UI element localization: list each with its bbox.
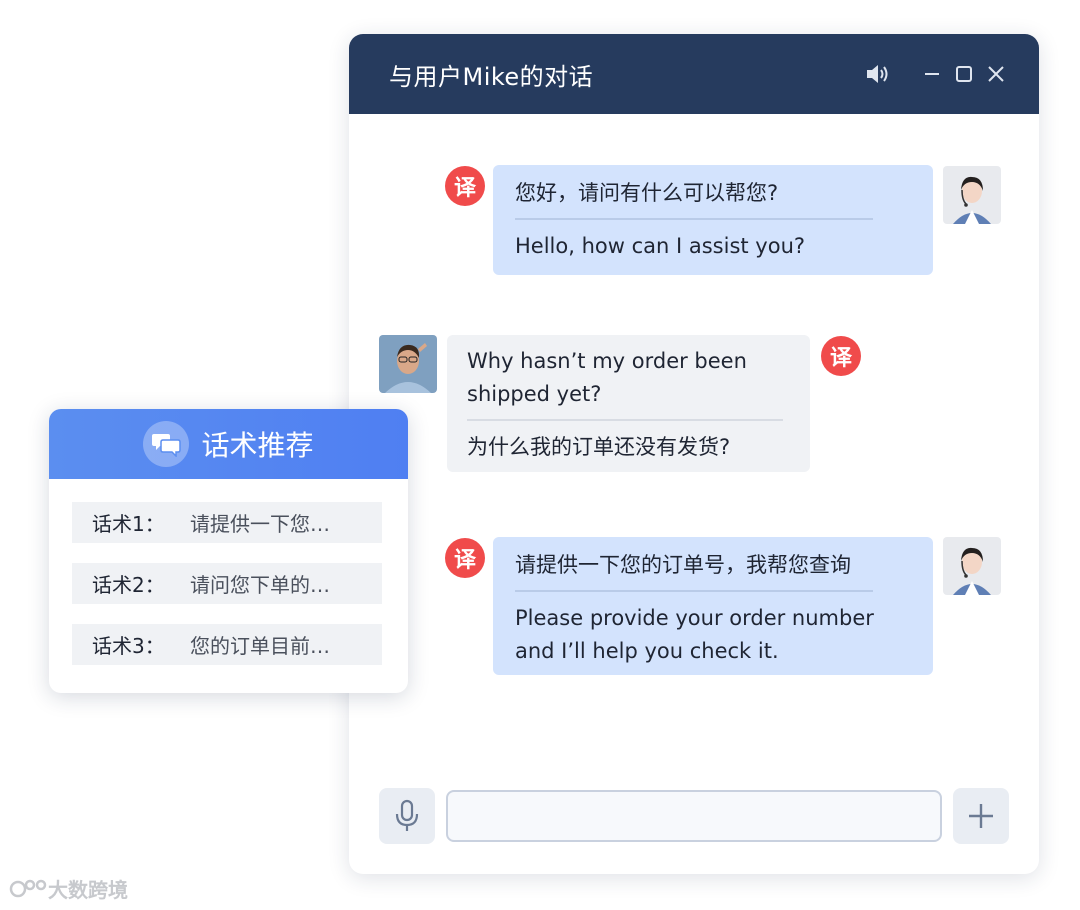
agent-message-bubble: 您好，请问有什么可以帮您? Hello, how can I assist yo… [493, 165, 933, 275]
chat-window: 与用户Mike的对话 译 您好，请问有什么可以帮您? Hello, how ca… [349, 34, 1039, 874]
panel-header: 话术推荐 [49, 409, 408, 479]
agent-avatar [943, 537, 1001, 595]
script-recommendation-panel: 话术推荐 话术1： 请提供一下您… 话术2： 请问您下单的… 话术3： 您的订单… [49, 409, 408, 693]
agent-message-bubble: 请提供一下您的订单号，我帮您查询 Please provide your ord… [493, 537, 933, 675]
maximize-icon[interactable] [951, 61, 977, 87]
message-original-text: Why hasn’t my order been shipped yet? [467, 349, 747, 406]
translate-badge[interactable]: 译 [445, 166, 485, 206]
script-item-text: 请提供一下您… [190, 512, 330, 536]
message-translation-text: 为什么我的订单还没有发货? [467, 435, 731, 459]
message-divider [467, 419, 783, 421]
script-item[interactable]: 话术1： 请提供一下您… [72, 502, 382, 543]
chat-title: 与用户Mike的对话 [389, 62, 594, 91]
message-original-text: 请提供一下您的订单号，我帮您查询 [515, 553, 851, 577]
chat-titlebar: 与用户Mike的对话 [349, 34, 1039, 114]
script-item-label: 话术1： [92, 512, 165, 536]
script-item-text: 您的订单目前… [190, 634, 330, 658]
message-translation-text: Please provide your order number and I’l… [515, 606, 874, 663]
script-item[interactable]: 话术2： 请问您下单的… [72, 563, 382, 604]
script-item-label: 话术3： [92, 634, 165, 658]
customer-avatar [379, 335, 437, 393]
watermark-logo-icon [9, 879, 47, 897]
translate-badge[interactable]: 译 [445, 538, 485, 578]
script-item-label: 话术2： [92, 573, 165, 597]
microphone-icon[interactable] [379, 788, 435, 844]
watermark-text: 大数跨境 [48, 878, 128, 902]
message-input[interactable] [446, 790, 942, 842]
translate-badge[interactable]: 译 [821, 336, 861, 376]
script-item[interactable]: 话术3： 您的订单目前… [72, 624, 382, 665]
message-translation-text: Hello, how can I assist you? [515, 234, 806, 258]
message-divider [515, 590, 873, 592]
plus-icon[interactable] [953, 788, 1009, 844]
script-list: 话术1： 请提供一下您… 话术2： 请问您下单的… 话术3： 您的订单目前… [49, 479, 408, 665]
script-item-text: 请问您下单的… [190, 573, 330, 597]
message-list: 译 您好，请问有什么可以帮您? Hello, how can I assist … [349, 114, 1039, 794]
agent-avatar [943, 166, 1001, 224]
message-original-text: 您好，请问有什么可以帮您? [515, 181, 779, 205]
close-icon[interactable] [983, 61, 1009, 87]
message-divider [515, 218, 873, 220]
watermark: 大数跨境 [8, 874, 128, 903]
input-bar [379, 788, 1009, 844]
speaker-icon[interactable] [865, 61, 891, 87]
panel-title: 话术推荐 [201, 429, 314, 462]
chat-bubbles-icon [143, 421, 190, 467]
customer-message-bubble: Why hasn’t my order been shipped yet? 为什… [447, 335, 810, 472]
minimize-icon[interactable] [919, 61, 945, 87]
